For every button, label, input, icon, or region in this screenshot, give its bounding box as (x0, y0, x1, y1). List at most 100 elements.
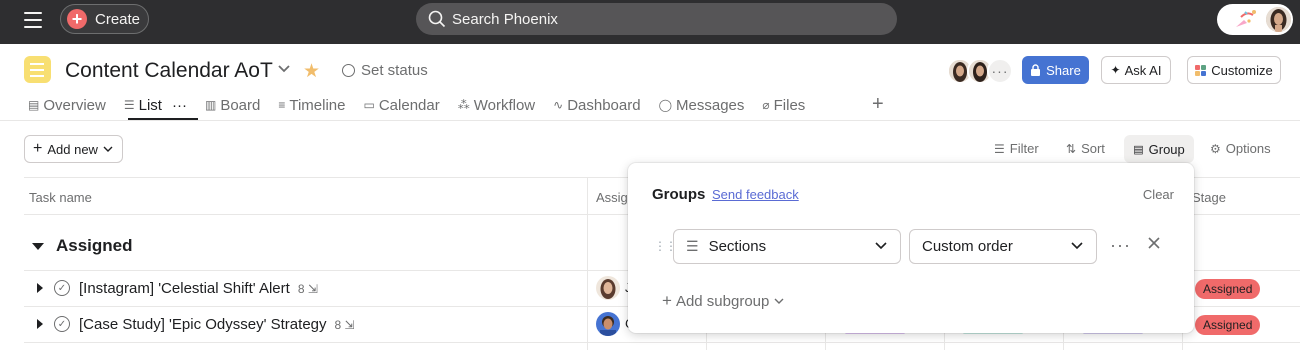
order-select[interactable]: Custom order (909, 229, 1097, 264)
account-area[interactable] (1217, 4, 1293, 35)
list-icon: ☰ (123, 98, 135, 112)
section-header[interactable]: Assigned (32, 236, 133, 256)
tab-timeline[interactable]: ≡ Timeline (278, 95, 345, 115)
tab-label: List (138, 96, 162, 114)
groups-title: Groups (652, 186, 706, 203)
task-name[interactable]: [Instagram] 'Celestial Shift' Alert 8 ⇲ (79, 280, 318, 297)
chevron-down-icon (875, 242, 887, 250)
sections-icon: ☰ (686, 238, 699, 254)
assignee-avatar[interactable] (596, 276, 620, 300)
share-button[interactable]: Share (1022, 56, 1089, 84)
chevron-down-icon[interactable] (277, 64, 291, 74)
files-icon: ⌀ (762, 98, 770, 112)
customize-grid-icon (1195, 64, 1207, 76)
tab-list[interactable]: ☰ List ··· (124, 95, 187, 115)
customize-button[interactable]: Customize (1187, 56, 1281, 84)
tab-calendar[interactable]: ▭ Calendar (364, 95, 440, 115)
search-icon (428, 10, 446, 28)
create-button[interactable]: + Create (60, 4, 149, 34)
group-label: Group (1148, 141, 1185, 157)
subtask-count-text: 8 (297, 282, 305, 296)
chevron-down-icon (774, 298, 784, 304)
sort-button[interactable]: ⇅ Sort (1066, 141, 1105, 156)
messages-icon: ◯ (658, 98, 673, 112)
expand-triangle-icon[interactable] (37, 319, 43, 329)
complete-check-icon[interactable]: ✓ (54, 280, 70, 296)
task-name-text: [Instagram] 'Celestial Shift' Alert (79, 280, 290, 297)
calendar-icon: ▭ (363, 98, 375, 112)
plus-icon: + (67, 9, 87, 29)
filter-icon: ☰ (994, 141, 1005, 156)
add-subgroup-label: Add subgroup (675, 292, 770, 310)
subtask-count-text: 8 (334, 318, 342, 332)
stage-badge[interactable]: Assigned (1195, 279, 1261, 299)
options-button[interactable]: ⚙ Options (1210, 141, 1271, 156)
row-border (24, 342, 1300, 343)
more-members-icon[interactable]: ··· (987, 58, 1013, 84)
add-tab-icon[interactable]: + (872, 93, 884, 116)
options-label: Options (1225, 141, 1271, 156)
sort-label: Sort (1081, 141, 1105, 156)
set-status-button[interactable]: Set status (342, 62, 428, 79)
task-name[interactable]: [Case Study] 'Epic Odyssey' Strategy 8 ⇲ (79, 316, 355, 333)
tab-dashboard[interactable]: ∿ Dashboard (553, 95, 640, 115)
stage-badge[interactable]: Assigned (1195, 315, 1261, 335)
more-options-icon[interactable]: ··· (1110, 235, 1131, 256)
overview-icon: ▤ (28, 98, 40, 112)
ask-ai-button[interactable]: ✦ Ask AI (1101, 56, 1171, 84)
subtask-count: 8 ⇲ (298, 282, 318, 296)
assignee-avatar[interactable] (596, 312, 620, 336)
sort-icon: ⇅ (1066, 141, 1077, 156)
tab-messages[interactable]: ◯ Messages (659, 95, 745, 115)
dashboard-icon: ∿ (553, 98, 564, 112)
send-feedback-link[interactable]: Send feedback (712, 187, 799, 202)
expand-triangle-icon[interactable] (37, 283, 43, 293)
chevron-down-icon (1071, 242, 1083, 250)
menu-icon[interactable] (24, 12, 42, 30)
tab-workflow[interactable]: ⁂ Workflow (458, 95, 535, 115)
column-stage[interactable]: Stage (1192, 190, 1226, 205)
groups-popover: Groups Send feedback Clear ⋮⋮ ☰ Sections… (628, 163, 1194, 333)
set-status-label: Set status (361, 62, 428, 79)
timeline-icon: ≡ (278, 98, 286, 112)
board-icon: ▥ (204, 98, 217, 112)
ask-ai-label: Ask AI (1124, 62, 1162, 78)
create-label: Create (95, 10, 141, 28)
subtask-count: 8 ⇲ (335, 318, 355, 332)
close-icon[interactable] (1146, 235, 1162, 251)
sparkle-icon: ✦ (1110, 63, 1121, 77)
project-title[interactable]: Content Calendar AoT (65, 59, 273, 83)
tab-label: Calendar (378, 96, 440, 114)
column-assignee[interactable]: Assig (596, 190, 628, 205)
add-new-button[interactable]: + Add new (24, 135, 123, 163)
clear-button[interactable]: Clear (1143, 187, 1174, 202)
member-avatars[interactable]: ··· (947, 58, 1013, 84)
user-avatar[interactable] (1266, 7, 1291, 32)
status-circle-icon (342, 64, 355, 77)
group-by-select[interactable]: ☰ Sections (673, 229, 901, 264)
tab-more-icon[interactable]: ··· (172, 97, 187, 114)
project-icon (24, 56, 51, 83)
tab-label: Files (773, 96, 806, 114)
search-input[interactable] (452, 10, 852, 28)
star-icon[interactable]: ★ (303, 60, 320, 83)
collapse-triangle-icon[interactable] (32, 242, 44, 250)
tab-overview[interactable]: ▤ Overview (28, 95, 106, 115)
column-task-name[interactable]: Task name (29, 190, 92, 205)
complete-check-icon[interactable]: ✓ (54, 316, 70, 332)
group-icon: ▤ (1133, 143, 1144, 156)
group-button[interactable]: ▤ Group (1124, 135, 1194, 163)
header-divider (0, 120, 1300, 121)
top-bar: + Create (0, 0, 1300, 44)
task-name-text: [Case Study] 'Epic Odyssey' Strategy (79, 316, 327, 333)
options-icon: ⚙ (1210, 141, 1221, 156)
search-bar[interactable] (416, 3, 897, 35)
filter-button[interactable]: ☰ Filter (994, 141, 1039, 156)
tab-files[interactable]: ⌀ Files (762, 95, 805, 115)
group-by-value: Sections (708, 238, 767, 255)
tab-board[interactable]: ▥ Board (205, 95, 260, 115)
add-subgroup-button[interactable]: + Add subgroup (662, 291, 784, 311)
celebration-icon (1236, 10, 1256, 27)
add-new-label: Add new (47, 141, 98, 157)
tab-label: Workflow (473, 96, 536, 114)
